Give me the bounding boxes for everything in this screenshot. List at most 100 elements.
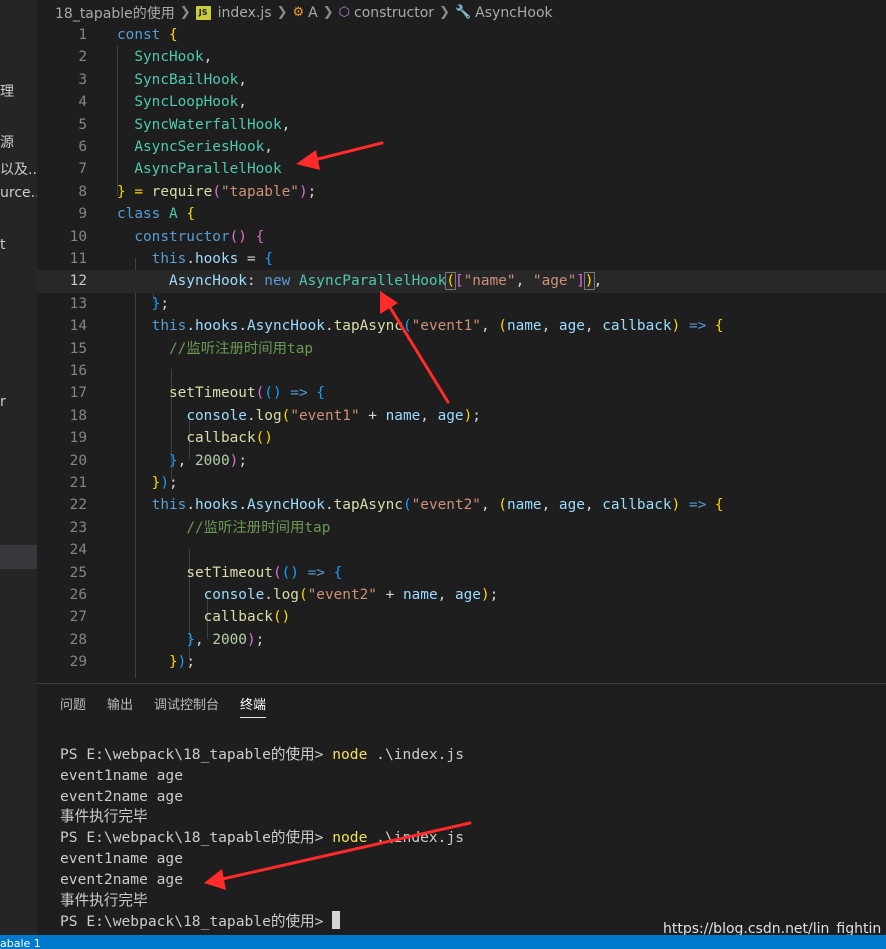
token: age (558, 497, 585, 514)
token: callback (186, 430, 256, 447)
terminal-args: .\index.js (367, 746, 465, 763)
line-number: 23 (69, 519, 87, 536)
token: AsyncParallelHook (134, 161, 282, 178)
token: this (151, 497, 187, 514)
line-number: 29 (69, 654, 87, 671)
code-line-current: 12 AsyncHook: new AsyncParallelHook(["na… (37, 270, 886, 293)
panel-tabs: 问题 输出 调试控制台 终端 (60, 694, 267, 718)
token: age (437, 407, 464, 424)
status-text[interactable]: abale 1 (0, 937, 41, 949)
token: "event2" (411, 497, 481, 514)
tab-terminal[interactable]: 终端 (240, 694, 267, 718)
terminal-line: event2name age (60, 870, 184, 888)
token: SyncWaterfallHook (134, 116, 282, 133)
terminal-cursor (332, 911, 341, 930)
code-line: 29 }); (37, 651, 886, 673)
line-number: 5 (78, 116, 87, 133)
breadcrumb-folder[interactable]: 18_tapable的使用 (55, 3, 175, 23)
token: name (506, 318, 542, 335)
terminal-line: event1name age (60, 849, 184, 867)
code-line: 6 AsyncSeriesHook, (37, 136, 886, 158)
token: hooks (194, 497, 239, 514)
token: log (255, 407, 282, 424)
token: => (290, 385, 308, 402)
sidebar-selected-item[interactable] (0, 545, 37, 569)
panel-divider[interactable] (37, 683, 886, 684)
token: => (688, 497, 707, 514)
code-line: 18 console.log("event1" + name, age); (37, 405, 886, 427)
code-line: 11 this.hooks = { (37, 248, 886, 270)
breadcrumb-file[interactable]: index.js (218, 5, 272, 21)
line-number: 16 (69, 363, 87, 379)
breadcrumb-property[interactable]: AsyncHook (475, 5, 553, 21)
line-number: 15 (69, 340, 87, 357)
token: setTimeout (186, 564, 273, 581)
line-number: 8 (78, 183, 87, 200)
token: constructor (134, 228, 230, 245)
chevron-right-icon: ❯ (179, 5, 191, 20)
line-number: 1 (78, 27, 87, 43)
breadcrumb-method[interactable]: constructor (354, 5, 434, 21)
token: console (186, 407, 247, 424)
breadcrumb: 18_tapable的使用 ❯ JS index.js ❯ ⚙ A ❯ ⬡ co… (37, 0, 886, 25)
token: name (385, 407, 421, 424)
token: } = (117, 183, 152, 200)
code-editor[interactable]: 1 const { 2 SyncHook, 3 SyncBailHook, 4 S… (37, 24, 886, 684)
token: , (281, 116, 291, 133)
line-number: 17 (69, 385, 87, 402)
token: console (203, 587, 265, 603)
token: tapAsync (333, 318, 403, 335)
breadcrumb-class[interactable]: A (308, 5, 318, 21)
tab-output[interactable]: 输出 (107, 694, 133, 718)
line-number: 7 (78, 161, 87, 178)
code-line: 2 SyncHook, (37, 46, 886, 68)
line-number: 6 (78, 139, 87, 155)
line-number: 13 (69, 295, 87, 312)
sidebar-item[interactable]: 以及... (0, 159, 37, 179)
sidebar-item[interactable]: urce... (0, 185, 37, 201)
line-number: 2 (78, 49, 87, 66)
token: A (169, 206, 178, 223)
sidebar-item[interactable]: r (0, 394, 6, 410)
line-number: 19 (69, 430, 87, 447)
line-number: 27 (69, 609, 87, 626)
code-line: 5 SyncWaterfallHook, (37, 114, 886, 136)
code-line: 27 callback() (37, 606, 886, 628)
tab-debug-console[interactable]: 调试控制台 (154, 694, 219, 718)
code-line: 21 }); (37, 472, 886, 494)
terminal-prompt: PS E:\webpack\18_tapable的使用> (60, 829, 333, 847)
token: AsyncHook (246, 497, 325, 514)
explorer-sidebar: 理 源 以及... urce... t r (0, 0, 37, 935)
method-cube-icon: ⬡ (338, 5, 350, 20)
token: callback (602, 497, 672, 514)
terminal-line: event1name age (60, 766, 184, 784)
token: 2000 (212, 631, 247, 648)
code-line: 13 }; (37, 293, 886, 315)
line-number: 14 (69, 318, 87, 335)
code-line: 28 }, 2000); (37, 629, 886, 651)
terminal-line: PS E:\webpack\18_tapable的使用> node .\inde… (60, 745, 880, 766)
sidebar-item[interactable]: t (0, 237, 6, 253)
token: => (688, 318, 707, 335)
code-line: 9 class A { (37, 203, 886, 225)
sidebar-item[interactable]: 源 (0, 132, 14, 152)
token: log (272, 587, 299, 603)
token: => (307, 564, 325, 581)
chevron-right-icon: ❯ (276, 5, 288, 20)
terminal[interactable]: PS E:\webpack\18_tapable的使用> node .\inde… (60, 745, 880, 932)
line-number: 10 (69, 228, 87, 245)
code-line: 26 console.log("event2" + name, age); (37, 584, 886, 606)
terminal-line: 事件执行完毕 (60, 891, 148, 909)
code-line: 4 SyncLoopHook, (37, 91, 886, 113)
line-number: 4 (78, 94, 87, 111)
code-line: 22 this.hooks.AsyncHook.tapAsync("event2… (37, 494, 886, 516)
token: "tapable" (220, 183, 299, 200)
sidebar-item[interactable]: 理 (0, 81, 14, 101)
token: setTimeout (168, 385, 256, 402)
token: this (151, 251, 187, 267)
token: SyncLoopHook (134, 94, 239, 111)
token: SyncHook (134, 49, 204, 66)
code-line: 3 SyncBailHook, (37, 69, 886, 91)
token: , (264, 139, 273, 155)
tab-problems[interactable]: 问题 (60, 694, 86, 718)
